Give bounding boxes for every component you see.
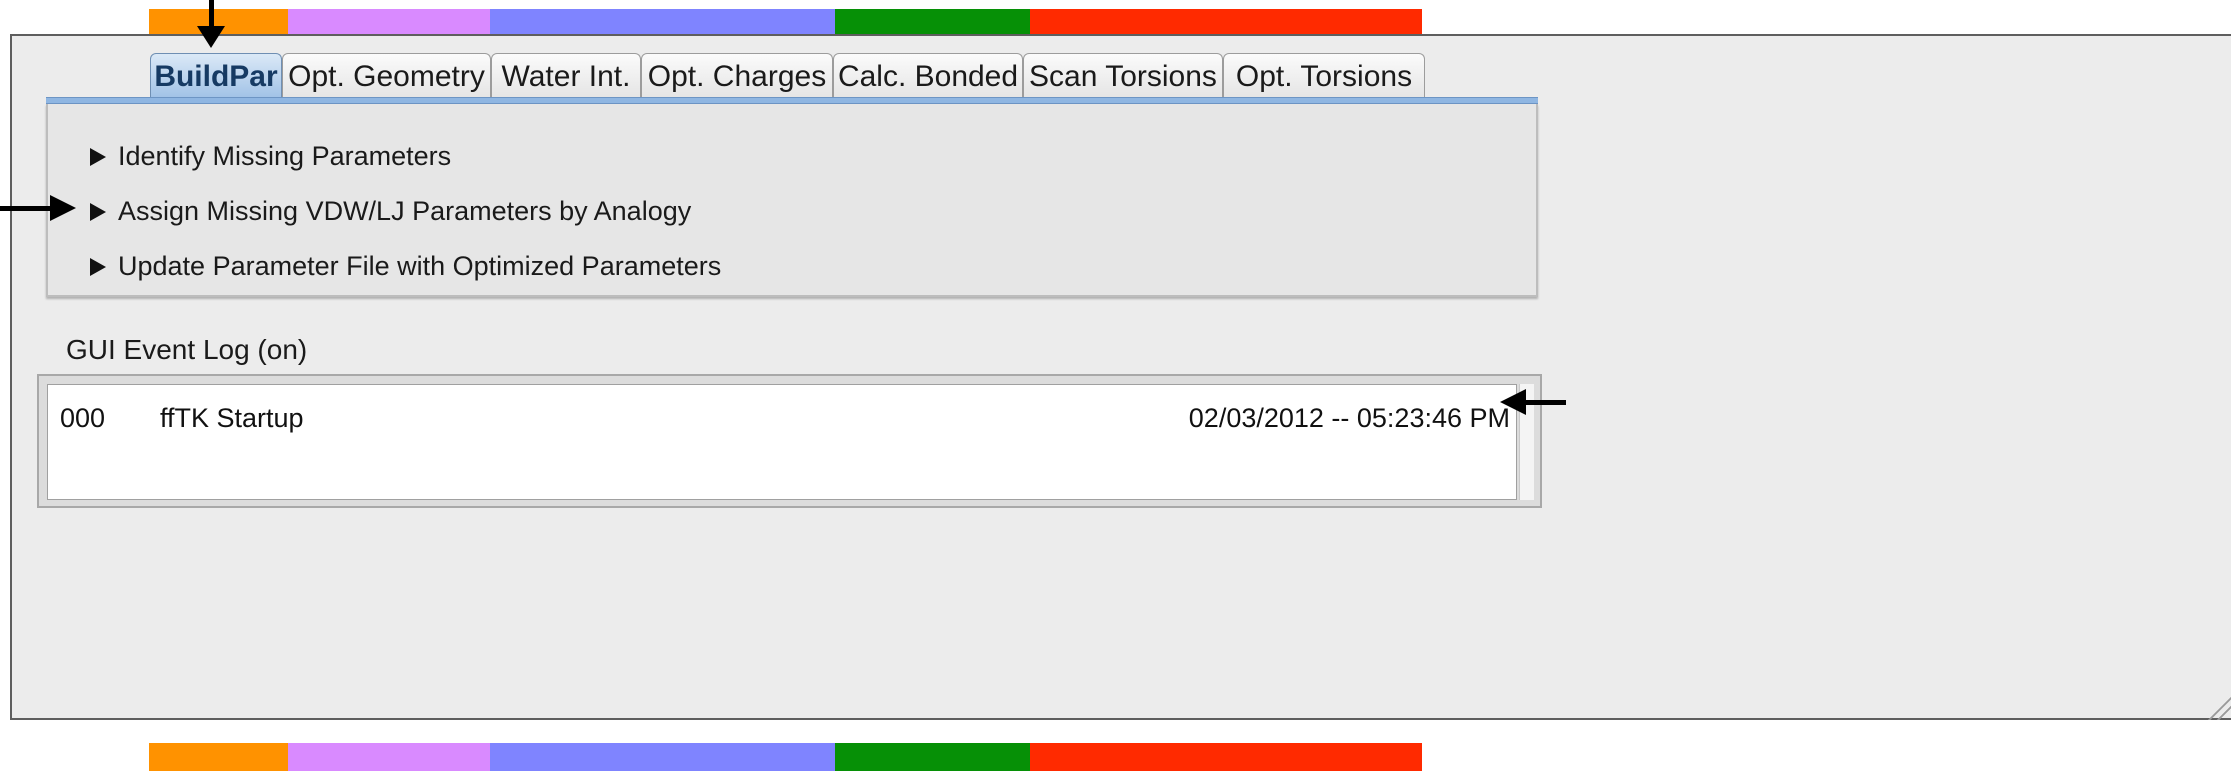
disclosure-triangle-icon — [90, 147, 106, 166]
disclosure-triangle-icon — [90, 257, 106, 276]
arrow-left-shaft — [1524, 400, 1566, 405]
section-update-parameter-file[interactable]: Update Parameter File with Optimized Par… — [90, 251, 721, 282]
tab-bar: BuildPar Opt. Geometry Water Int. Opt. C… — [150, 53, 1425, 99]
color-strip-bottom-1 — [149, 743, 288, 771]
arrow-down-icon — [197, 26, 225, 48]
section-label: Update Parameter File with Optimized Par… — [118, 251, 722, 281]
event-log-list[interactable]: 000 ffTK Startup 02/03/2012 -- 05:23:46 … — [47, 384, 1517, 500]
tab-label: BuildPar — [154, 59, 278, 93]
arrow-left-icon — [1500, 389, 1526, 415]
event-log-message: ffTK Startup — [160, 403, 304, 433]
arrow-right-shaft — [0, 206, 52, 211]
event-log-timestamp: 02/03/2012 -- 05:23:46 PM — [1188, 403, 1510, 433]
tab-label: Scan Torsions — [1029, 59, 1217, 93]
tab-calc-bonded[interactable]: Calc. Bonded — [833, 53, 1023, 99]
event-log-frame: 000 ffTK Startup 02/03/2012 -- 05:23:46 … — [37, 374, 1542, 508]
tab-underline — [46, 97, 1538, 104]
color-strip-bottom-5 — [1030, 743, 1422, 771]
tab-buildpar[interactable]: BuildPar — [150, 53, 282, 99]
tab-water-int[interactable]: Water Int. — [491, 53, 641, 99]
tab-label: Opt. Charges — [647, 59, 827, 93]
section-label: Identify Missing Parameters — [118, 141, 452, 171]
tab-opt-geometry[interactable]: Opt. Geometry — [282, 53, 491, 99]
section-label: Assign Missing VDW/LJ Parameters by Anal… — [118, 196, 692, 226]
color-strip-bottom-4 — [835, 743, 1030, 771]
disclosure-triangle-icon — [90, 202, 106, 221]
resize-grip-icon[interactable] — [2205, 694, 2231, 720]
tab-opt-charges[interactable]: Opt. Charges — [641, 53, 833, 99]
color-strip-bottom-3 — [490, 743, 835, 771]
tab-opt-torsions[interactable]: Opt. Torsions — [1223, 53, 1425, 99]
tab-scan-torsions[interactable]: Scan Torsions — [1023, 53, 1223, 99]
section-identify-missing-parameters[interactable]: Identify Missing Parameters — [90, 141, 451, 172]
screenshot-stage: BuildPar Opt. Geometry Water Int. Opt. C… — [0, 0, 2231, 771]
tab-label: Opt. Geometry — [288, 59, 485, 93]
color-strip-bottom-2 — [288, 743, 490, 771]
event-log-number: 000 — [60, 403, 106, 433]
section-assign-missing-vdw[interactable]: Assign Missing VDW/LJ Parameters by Anal… — [90, 196, 691, 227]
event-log-row: 000 ffTK Startup 02/03/2012 -- 05:23:46 … — [60, 403, 1510, 434]
arrow-right-icon — [50, 195, 76, 221]
event-log-label: GUI Event Log (on) — [66, 334, 308, 365]
tab-label: Opt. Torsions — [1235, 59, 1413, 93]
tab-label: Water Int. — [501, 59, 631, 93]
tab-label: Calc. Bonded — [837, 59, 1019, 93]
